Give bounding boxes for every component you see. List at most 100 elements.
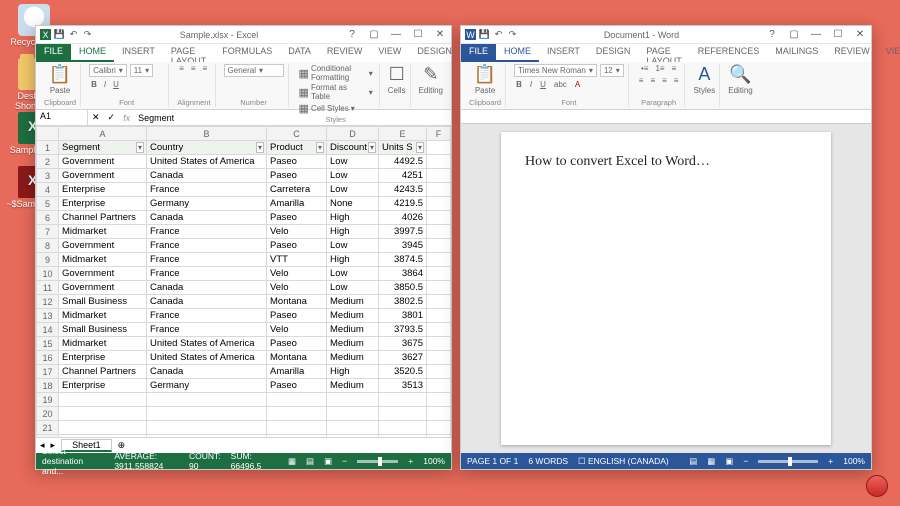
- close-button[interactable]: ✕: [849, 26, 871, 44]
- cell[interactable]: Velo: [267, 225, 327, 239]
- cell[interactable]: Medium: [327, 337, 379, 351]
- zoom-level[interactable]: 100%: [843, 456, 865, 466]
- table-header-cell[interactable]: Units S: [379, 141, 427, 155]
- column-header[interactable]: B: [147, 127, 267, 141]
- bold-button[interactable]: B: [514, 80, 524, 89]
- cell[interactable]: Paseo: [267, 211, 327, 225]
- ribbon-options-icon[interactable]: ▢: [363, 26, 385, 44]
- cell[interactable]: France: [147, 323, 267, 337]
- align-right-icon[interactable]: ≡: [660, 76, 669, 85]
- cell[interactable]: United States of America: [147, 337, 267, 351]
- undo-icon[interactable]: ↶: [68, 29, 79, 40]
- column-header[interactable]: A: [59, 127, 147, 141]
- tab-insert[interactable]: INSERT: [539, 44, 588, 62]
- cell[interactable]: [327, 393, 379, 407]
- tab-home[interactable]: HOME: [71, 44, 114, 62]
- status-language[interactable]: ☐ ENGLISH (CANADA): [578, 456, 669, 467]
- cell[interactable]: Medium: [327, 379, 379, 393]
- tab-view[interactable]: VIEW: [878, 44, 900, 62]
- justify-icon[interactable]: ≡: [672, 76, 681, 85]
- cell[interactable]: Paseo: [267, 239, 327, 253]
- tab-insert[interactable]: INSERT: [114, 44, 163, 62]
- table-header-cell[interactable]: Product: [267, 141, 327, 155]
- cell[interactable]: Montana: [267, 295, 327, 309]
- font-name-combo[interactable]: Calibri▾: [89, 64, 127, 77]
- cell[interactable]: [379, 421, 427, 435]
- minimize-button[interactable]: —: [385, 26, 407, 44]
- column-header[interactable]: E: [379, 127, 427, 141]
- cell[interactable]: [267, 421, 327, 435]
- column-header[interactable]: [37, 127, 59, 141]
- help-icon[interactable]: ?: [761, 26, 783, 44]
- cell[interactable]: France: [147, 239, 267, 253]
- tab-file[interactable]: FILE: [36, 44, 71, 62]
- table-header-cell[interactable]: Country: [147, 141, 267, 155]
- tab-page-layout[interactable]: PAGE LAYOUT: [638, 44, 689, 62]
- cell[interactable]: Medium: [327, 309, 379, 323]
- font-size-combo[interactable]: 12▾: [600, 64, 624, 77]
- cell[interactable]: Germany: [147, 379, 267, 393]
- styles-button[interactable]: AStyles: [693, 64, 715, 95]
- strikethrough-button[interactable]: abc: [552, 80, 569, 89]
- cell[interactable]: Germany: [147, 197, 267, 211]
- row-header[interactable]: 11: [37, 281, 59, 295]
- cell[interactable]: [267, 435, 327, 438]
- cell[interactable]: [59, 435, 147, 438]
- word-ruler[interactable]: [461, 110, 871, 124]
- tab-references[interactable]: REFERENCES: [690, 44, 768, 62]
- tab-home[interactable]: HOME: [496, 44, 539, 62]
- cell[interactable]: Medium: [327, 295, 379, 309]
- word-page[interactable]: How to convert Excel to Word…: [501, 132, 831, 445]
- tab-design[interactable]: DESIGN: [588, 44, 639, 62]
- row-header[interactable]: 6: [37, 211, 59, 225]
- cell[interactable]: Low: [327, 169, 379, 183]
- row-header[interactable]: 2: [37, 155, 59, 169]
- cell[interactable]: Amarilla: [267, 365, 327, 379]
- align-center-icon[interactable]: ≡: [648, 76, 657, 85]
- row-header[interactable]: 4: [37, 183, 59, 197]
- cell[interactable]: Midmarket: [59, 337, 147, 351]
- cell[interactable]: [59, 407, 147, 421]
- tab-review[interactable]: REVIEW: [826, 44, 878, 62]
- cell[interactable]: Low: [327, 239, 379, 253]
- zoom-slider[interactable]: [357, 460, 398, 463]
- redo-icon[interactable]: ↷: [82, 29, 93, 40]
- cell[interactable]: Paseo: [267, 155, 327, 169]
- cell[interactable]: Canada: [147, 169, 267, 183]
- row-header[interactable]: 10: [37, 267, 59, 281]
- tab-data[interactable]: DATA: [280, 44, 319, 62]
- align-left-icon[interactable]: ≡: [177, 64, 186, 73]
- cell[interactable]: 3874.5: [379, 253, 427, 267]
- cell[interactable]: Midmarket: [59, 309, 147, 323]
- row-header[interactable]: 1: [37, 141, 59, 155]
- cell[interactable]: [147, 421, 267, 435]
- font-name-combo[interactable]: Times New Roman▾: [514, 64, 597, 77]
- paste-button[interactable]: 📋Paste: [44, 64, 76, 95]
- cell[interactable]: [379, 435, 427, 438]
- zoom-level[interactable]: 100%: [423, 456, 445, 466]
- paste-button[interactable]: 📋Paste: [469, 64, 501, 95]
- underline-button[interactable]: U: [538, 80, 548, 89]
- cell[interactable]: Amarilla: [267, 197, 327, 211]
- align-right-icon[interactable]: ≡: [201, 64, 210, 73]
- ribbon-options-icon[interactable]: ▢: [783, 26, 805, 44]
- cell[interactable]: None: [327, 197, 379, 211]
- row-header[interactable]: 13: [37, 309, 59, 323]
- cell[interactable]: Medium: [327, 323, 379, 337]
- cell[interactable]: 3801: [379, 309, 427, 323]
- table-header-cell[interactable]: Segment: [59, 141, 147, 155]
- cell[interactable]: [327, 407, 379, 421]
- editing-button[interactable]: ✎Editing: [419, 64, 443, 95]
- cell[interactable]: [147, 393, 267, 407]
- help-icon[interactable]: ?: [341, 26, 363, 44]
- tab-review[interactable]: REVIEW: [319, 44, 371, 62]
- row-header[interactable]: 7: [37, 225, 59, 239]
- italic-button[interactable]: I: [528, 80, 534, 89]
- formula-input[interactable]: Segment: [138, 113, 174, 123]
- cell[interactable]: Carretera: [267, 183, 327, 197]
- bold-button[interactable]: B: [89, 80, 99, 89]
- tab-design[interactable]: DESIGN: [409, 44, 460, 62]
- cell[interactable]: [379, 393, 427, 407]
- align-left-icon[interactable]: ≡: [637, 76, 646, 85]
- tab-mailings[interactable]: MAILINGS: [767, 44, 826, 62]
